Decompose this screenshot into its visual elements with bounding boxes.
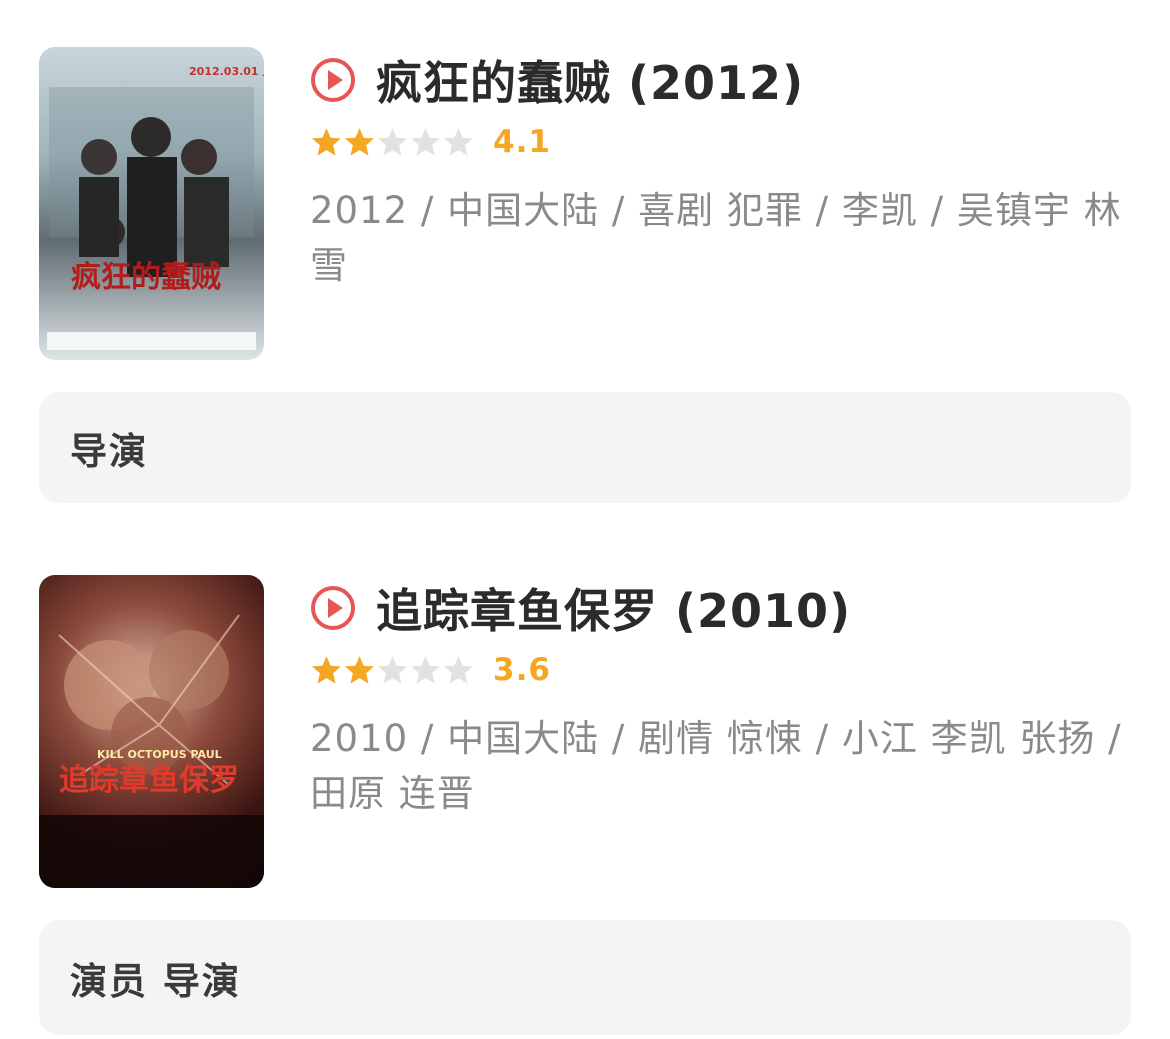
rating-score: 4.1: [493, 124, 551, 160]
star-empty-icon: [444, 127, 473, 156]
poster-title-text: 追踪章鱼保罗: [59, 763, 239, 798]
movie-meta: 2010 / 中国大陆 / 剧情 惊悚 / 小江 李凯 张扬 / 田原 连晋: [310, 717, 1122, 815]
movie-poster[interactable]: KILL OCTOPUS PAUL 追踪章鱼保罗: [39, 575, 264, 888]
star-rating: [310, 126, 475, 159]
star-filled-icon: [345, 655, 374, 684]
poster-date-text: 2012.03.01 上映: [189, 64, 264, 78]
role-box: 导演: [39, 392, 1131, 503]
star-empty-icon: [444, 655, 473, 684]
role-box: 演员 导演: [39, 920, 1131, 1035]
movie-list: 2012.03.01 上映 疯狂的蠢贼 疯狂的蠢贼 (2012): [0, 0, 1170, 1039]
star-empty-icon: [378, 127, 407, 156]
play-icon[interactable]: [310, 585, 356, 631]
star-empty-icon: [411, 127, 440, 156]
star-filled-icon: [312, 127, 341, 156]
star-empty-icon: [411, 655, 440, 684]
movie-info: 追踪章鱼保罗 (2010) 3.6 2010 / 中国大陆 / 剧情 惊悚 / …: [310, 575, 1130, 821]
role-text: 演员 导演: [70, 959, 241, 1003]
rating-score: 3.6: [493, 652, 551, 688]
rating-row: 4.1: [310, 117, 1130, 167]
star-empty-icon: [378, 655, 407, 684]
play-icon[interactable]: [310, 57, 356, 103]
star-filled-icon: [345, 127, 374, 156]
movie-meta: 2012 / 中国大陆 / 喜剧 犯罪 / 李凯 / 吴镇宇 林雪: [310, 189, 1122, 287]
title-row: 追踪章鱼保罗 (2010): [310, 575, 1130, 641]
poster-subtitle-text: KILL OCTOPUS PAUL: [97, 748, 222, 761]
movie-title[interactable]: 追踪章鱼保罗 (2010): [376, 575, 851, 641]
poster-image-art: 2012.03.01 上映 疯狂的蠢贼: [47, 64, 264, 350]
movie-title[interactable]: 疯狂的蠢贼 (2012): [376, 47, 804, 113]
star-rating: [310, 654, 475, 687]
poster-image-art: KILL OCTOPUS PAUL 追踪章鱼保罗: [39, 614, 264, 888]
rating-row: 3.6: [310, 645, 1130, 695]
title-row: 疯狂的蠢贼 (2012): [310, 47, 1130, 113]
movie-poster[interactable]: 2012.03.01 上映 疯狂的蠢贼: [39, 47, 264, 360]
poster-title-text: 疯狂的蠢贼: [71, 260, 221, 295]
star-filled-icon: [312, 655, 341, 684]
movie-info: 疯狂的蠢贼 (2012) 4.1 2012 / 中国大陆 / 喜剧 犯罪 / 李…: [310, 47, 1130, 293]
role-text: 导演: [70, 429, 148, 473]
